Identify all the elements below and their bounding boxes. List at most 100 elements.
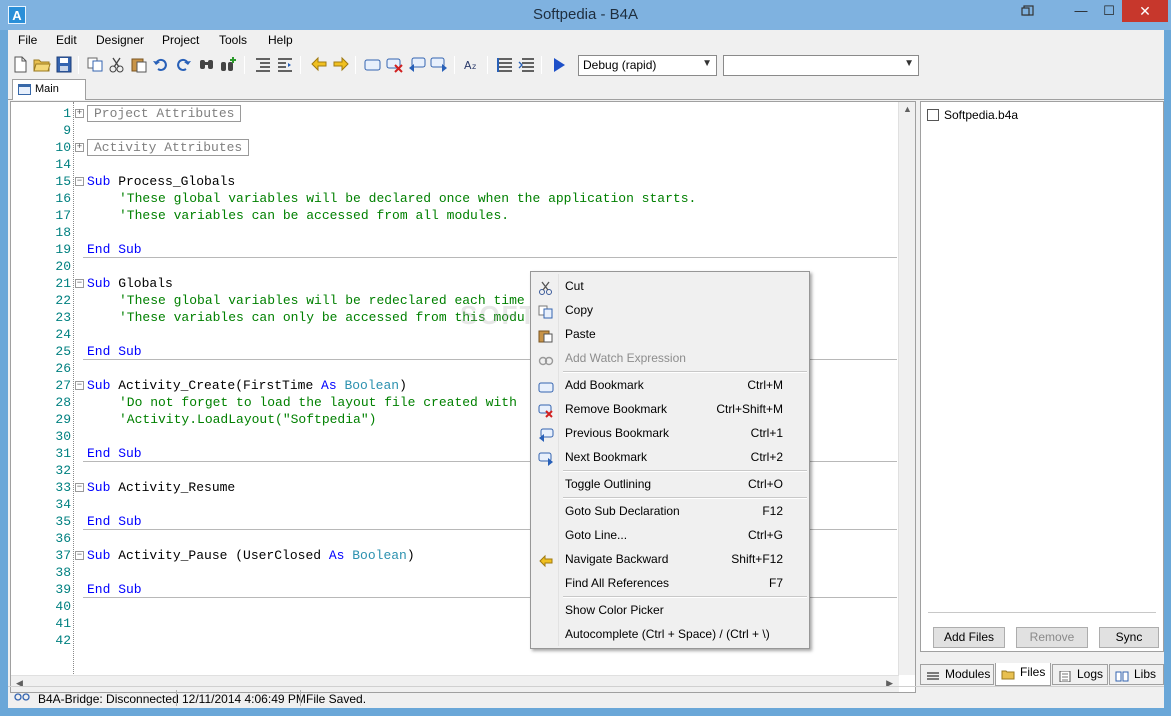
navigate-back-icon[interactable] — [310, 56, 328, 73]
tab-modules[interactable]: Modules — [920, 664, 994, 685]
remove-button[interactable]: Remove — [1016, 627, 1088, 648]
code-line[interactable]: 17 'These variables can be accessed from … — [11, 207, 897, 224]
menu-item-previous-bookmark[interactable]: Previous Bookmark Ctrl+1 — [533, 421, 807, 445]
collapse-icon[interactable]: − — [75, 279, 84, 288]
chevron-down-icon: ▼ — [904, 58, 914, 69]
module-select[interactable]: ▼ — [723, 55, 919, 76]
outdent-icon[interactable] — [276, 56, 294, 73]
new-file-icon[interactable] — [11, 56, 29, 73]
scissors-icon — [538, 279, 554, 295]
menu-item-add-bookmark[interactable]: Add Bookmark Ctrl+M — [533, 373, 807, 397]
indent-icon[interactable] — [254, 56, 272, 73]
paste-icon[interactable] — [130, 56, 148, 73]
find-replace-icon[interactable] — [220, 56, 238, 73]
copy-icon[interactable] — [86, 56, 104, 73]
menu-item-toggle-outlining[interactable]: Toggle Outlining Ctrl+O — [533, 472, 807, 496]
tab-files[interactable]: Files — [995, 663, 1051, 686]
menu-item-label: Paste — [565, 327, 596, 341]
sync-button[interactable]: Sync — [1099, 627, 1159, 648]
menu-item-add-watch-expression[interactable]: Add Watch Expression — [533, 346, 807, 370]
menu-item-next-bookmark[interactable]: Next Bookmark Ctrl+2 — [533, 445, 807, 469]
menu-item-cut[interactable]: Cut — [533, 274, 807, 298]
menu-item-autocomplete-ctrl-space-ctrl[interactable]: Autocomplete (Ctrl + Space) / (Ctrl + \) — [533, 622, 807, 646]
code-line[interactable]: 16 'These global variables will be declar… — [11, 190, 897, 207]
menu-item-label: Previous Bookmark — [565, 426, 670, 440]
menu-project[interactable]: Project — [162, 33, 199, 47]
line-number: 39 — [55, 582, 71, 597]
line-number: 14 — [55, 157, 71, 172]
file-checkbox[interactable] — [927, 109, 939, 121]
comment-block-icon[interactable] — [496, 56, 514, 73]
expand-icon[interactable]: + — [75, 109, 84, 118]
menu-item-find-all-references[interactable]: Find All References F7 — [533, 571, 807, 595]
vertical-scrollbar[interactable]: ▲ — [898, 102, 915, 675]
scissors-icon[interactable] — [108, 56, 126, 73]
line-number: 38 — [55, 565, 71, 580]
menu-item-copy[interactable]: Copy — [533, 298, 807, 322]
menu-file[interactable]: File — [18, 33, 37, 47]
line-number: 29 — [55, 412, 71, 427]
code-line[interactable]: 19 End Sub — [11, 241, 897, 258]
menu-item-label: Goto Sub Declaration — [565, 504, 680, 518]
bookmark-next-icon[interactable] — [430, 56, 448, 73]
chevron-down-icon: ▼ — [702, 58, 712, 69]
bookmark-prev-icon[interactable] — [408, 56, 426, 73]
line-number: 34 — [55, 497, 71, 512]
expand-icon[interactable]: + — [75, 143, 84, 152]
folder-icon — [1001, 667, 1015, 680]
collapse-icon[interactable]: − — [75, 177, 84, 186]
bookmark-remove-icon[interactable] — [386, 56, 404, 73]
find-icon[interactable] — [198, 56, 216, 73]
save-icon[interactable] — [55, 56, 73, 73]
uncomment-block-icon[interactable] — [518, 56, 536, 73]
tab-libs[interactable]: Libs — [1109, 664, 1164, 685]
end-sub: End Sub — [87, 446, 142, 461]
code-comment: 'These variables can be accessed from al… — [119, 208, 510, 223]
line-number: 19 — [55, 242, 71, 257]
collapse-icon[interactable]: − — [75, 551, 84, 560]
code-line[interactable]: 18 — [11, 224, 897, 241]
collapse-icon[interactable]: − — [75, 483, 84, 492]
code-line[interactable]: 1 + Project Attributes — [11, 105, 897, 122]
open-folder-icon[interactable] — [33, 56, 51, 73]
code-line[interactable]: 14 — [11, 156, 897, 173]
line-number: 26 — [55, 361, 71, 376]
code-line[interactable]: 15− Sub Process_Globals — [11, 173, 897, 190]
code-line[interactable]: 10 + Activity Attributes — [11, 139, 897, 156]
collapse-icon[interactable]: − — [75, 381, 84, 390]
menu-item-show-color-picker[interactable]: Show Color Picker — [533, 598, 807, 622]
build-config-select[interactable]: Debug (rapid) ▼ — [578, 55, 717, 76]
maximize-button[interactable]: ☐ — [1097, 0, 1121, 22]
tab-logs[interactable]: Logs — [1052, 664, 1108, 685]
restore-icon[interactable] — [1015, 0, 1041, 22]
menu-tools[interactable]: Tools — [219, 33, 247, 47]
undo-icon[interactable] — [152, 56, 170, 73]
line-number: 28 — [55, 395, 71, 410]
end-sub: End Sub — [87, 582, 142, 597]
sub-declaration: Sub Globals — [87, 276, 173, 291]
scroll-up-icon[interactable]: ▲ — [903, 104, 912, 114]
bookmark-add-icon — [538, 378, 554, 393]
minimize-button[interactable]: — — [1065, 0, 1097, 22]
bookmark-remove-icon — [538, 402, 554, 418]
font-size-icon[interactable]: Az — [463, 56, 481, 73]
menu-help[interactable]: Help — [268, 33, 293, 47]
menu-item-goto-sub-declaration[interactable]: Goto Sub Declaration F12 — [533, 499, 807, 523]
add-files-button[interactable]: Add Files — [933, 627, 1005, 648]
file-name[interactable]: Softpedia.b4a — [944, 108, 1018, 122]
menu-item-paste[interactable]: Paste — [533, 322, 807, 346]
bookmark-add-icon[interactable] — [364, 56, 382, 73]
code-line[interactable]: 9 — [11, 122, 897, 139]
menu-item-navigate-backward[interactable]: Navigate Backward Shift+F12 — [533, 547, 807, 571]
menu-item-goto-line[interactable]: Goto Line... Ctrl+G — [533, 523, 807, 547]
close-button[interactable]: ✕ — [1122, 0, 1168, 22]
run-icon[interactable] — [550, 56, 568, 73]
tab-main[interactable]: Main — [12, 79, 86, 100]
menu-designer[interactable]: Designer — [96, 33, 144, 47]
redo-icon[interactable] — [174, 56, 192, 73]
menu-item-remove-bookmark[interactable]: Remove Bookmark Ctrl+Shift+M — [533, 397, 807, 421]
collapsed-region: Activity Attributes — [87, 139, 250, 156]
menu-edit[interactable]: Edit — [56, 33, 77, 47]
sub-declaration: Sub Activity_Resume — [87, 480, 236, 495]
navigate-forward-icon[interactable] — [332, 56, 350, 73]
